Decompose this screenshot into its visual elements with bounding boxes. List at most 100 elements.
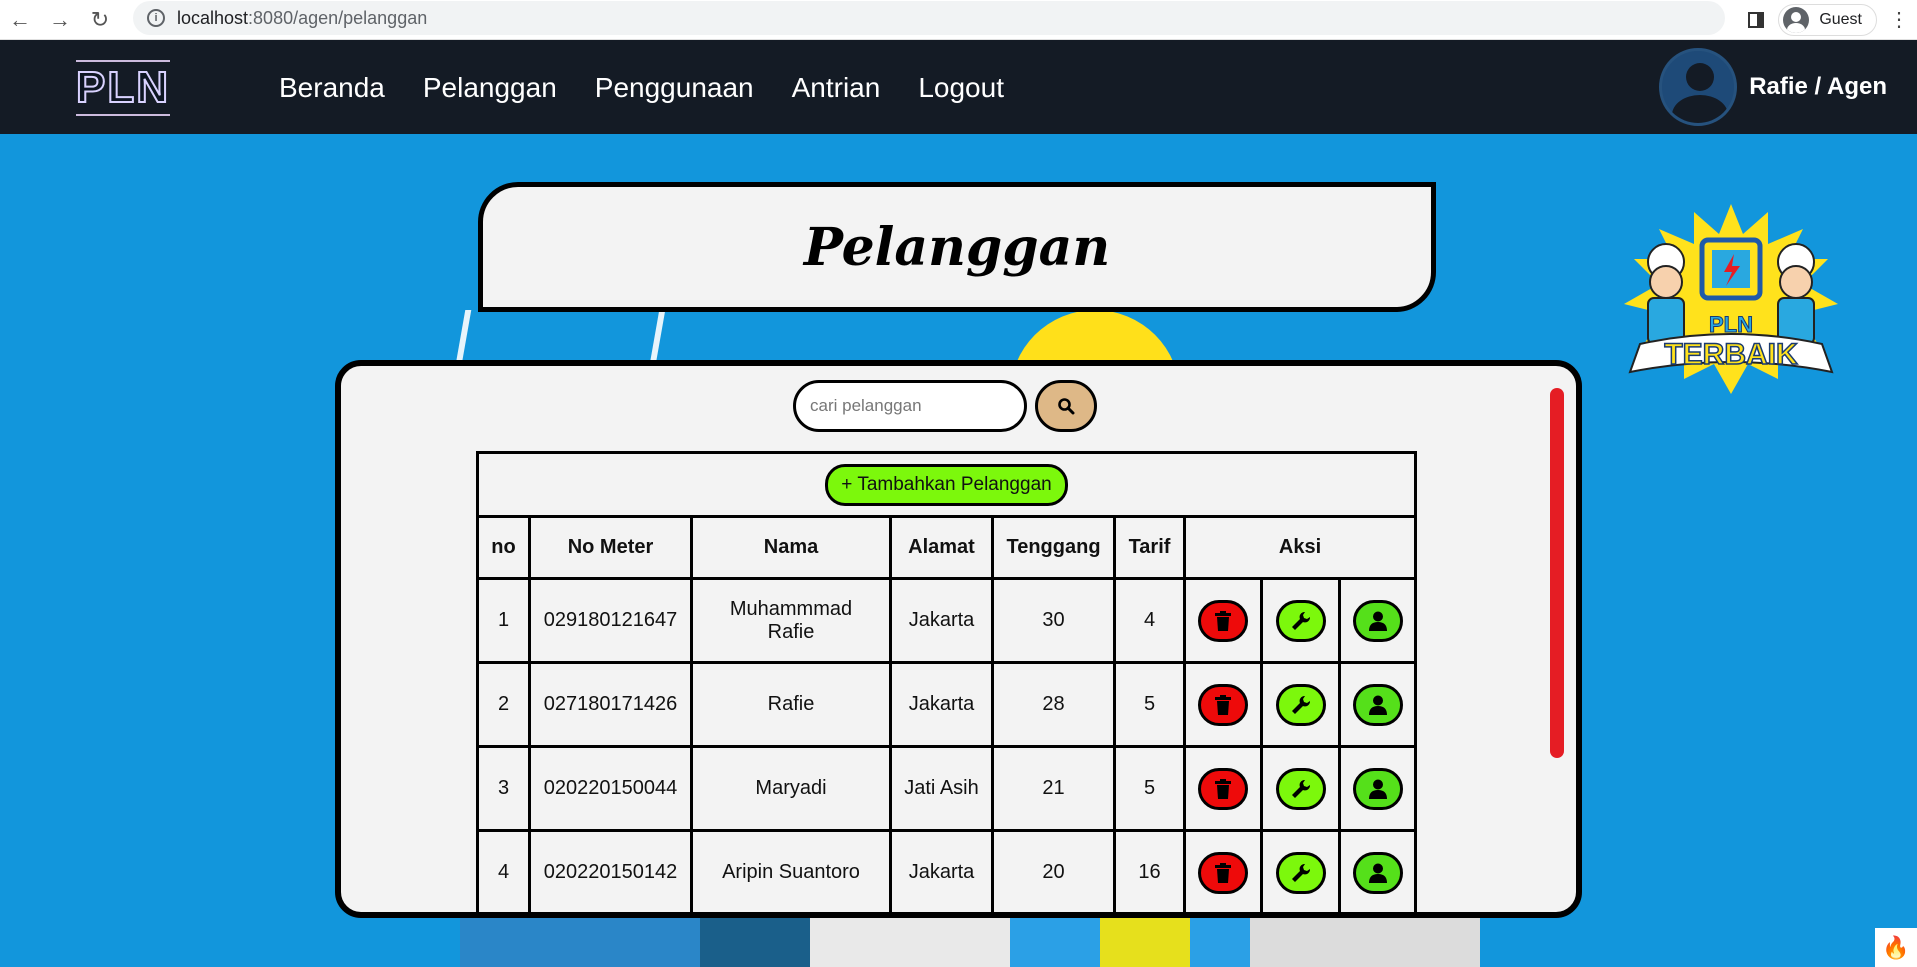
address-bar[interactable]: i localhost:8080/agen/pelanggan — [133, 1, 1725, 35]
cell-no-meter: 020220150044 — [528, 745, 693, 832]
customer-table: + Tambahkan Pelanggan no No Meter Nama A… — [476, 451, 1417, 912]
pln-terbaik-mascot: PLN TERBAIK — [1624, 204, 1838, 394]
svg-text:PLN: PLN — [1709, 312, 1753, 337]
user-icon — [1368, 779, 1387, 799]
profile-button[interactable] — [1352, 851, 1403, 894]
table-row: 4 020220150142 Aripin Suantoro Jakarta 20 16 — [476, 829, 1417, 912]
profile-button[interactable] — [1352, 599, 1403, 642]
cell-tenggang: 30 — [991, 577, 1116, 664]
table-body: 1 029180121647 Muhammmad Rafie Jakarta 30 4 2 0… — [476, 577, 1417, 912]
site-info-icon[interactable]: i — [147, 9, 165, 27]
edit-button[interactable] — [1275, 683, 1326, 726]
trash-icon — [1215, 778, 1231, 799]
cell-nama: Maryadi — [690, 745, 892, 832]
column-header-nama: Nama — [690, 515, 892, 580]
profile-button[interactable]: Guest — [1778, 4, 1877, 36]
edit-button[interactable] — [1275, 851, 1326, 894]
profile-button[interactable] — [1352, 683, 1403, 726]
profile-label: Guest — [1819, 11, 1862, 28]
url-host: localhost — [177, 7, 249, 28]
svg-text:TERBAIK: TERBAIK — [1664, 338, 1798, 371]
search-input[interactable] — [793, 380, 1027, 432]
profile-button[interactable] — [1352, 767, 1403, 810]
cell-tenggang: 21 — [991, 745, 1116, 832]
back-icon[interactable]: ← — [0, 0, 40, 40]
search-button[interactable] — [1035, 380, 1097, 432]
pln-logo[interactable]: PLN — [75, 60, 170, 116]
delete-button[interactable] — [1198, 599, 1248, 642]
cell-action — [1183, 745, 1263, 832]
wrench-icon — [1291, 779, 1310, 798]
menu-item-antrian[interactable]: Antrian — [792, 72, 881, 104]
wrench-icon — [1291, 611, 1310, 630]
cell-tarif: 16 — [1113, 829, 1186, 912]
browser-menu-icon[interactable]: ⋮ — [1887, 10, 1911, 30]
user-name: Rafie / Agen — [1749, 73, 1887, 100]
menu-item-beranda[interactable]: Beranda — [279, 72, 385, 104]
column-header-no-meter: No Meter — [528, 515, 693, 580]
cell-no: 2 — [476, 661, 531, 748]
cell-action — [1338, 661, 1417, 748]
user-menu[interactable]: Rafie / Agen — [1659, 48, 1887, 126]
table-row: 1 029180121647 Muhammmad Rafie Jakarta 30 4 — [476, 577, 1417, 664]
panel-scrollbar[interactable] — [1550, 388, 1564, 758]
reload-icon[interactable]: ↻ — [80, 0, 120, 40]
main-menu: Beranda Pelanggan Penggunaan Antrian Log… — [279, 72, 1004, 104]
cell-action — [1260, 661, 1341, 748]
edit-button[interactable] — [1275, 767, 1326, 810]
cell-no-meter: 029180121647 — [528, 577, 693, 664]
table-row: 2 027180171426 Rafie Jakarta 28 5 — [476, 661, 1417, 748]
cell-tarif: 4 — [1113, 577, 1186, 664]
cell-nama: Rafie — [690, 661, 892, 748]
column-header-no: no — [476, 515, 531, 580]
delete-button[interactable] — [1198, 767, 1248, 810]
cell-no-meter: 027180171426 — [528, 661, 693, 748]
menu-item-logout[interactable]: Logout — [918, 72, 1004, 104]
forward-icon[interactable]: → — [40, 0, 80, 40]
cell-action — [1338, 577, 1417, 664]
menu-item-penggunaan[interactable]: Penggunaan — [595, 72, 754, 104]
trash-icon — [1215, 610, 1231, 631]
wrench-icon — [1291, 863, 1310, 882]
table-row: 3 020220150044 Maryadi Jati Asih 21 5 — [476, 745, 1417, 832]
trash-icon — [1215, 862, 1231, 883]
cell-action — [1338, 745, 1417, 832]
cell-alamat: Jati Asih — [889, 745, 994, 832]
search-bar — [793, 380, 1097, 432]
column-header-tarif: Tarif — [1113, 515, 1186, 580]
delete-button[interactable] — [1198, 851, 1248, 894]
cell-action — [1260, 745, 1341, 832]
flame-icon[interactable]: 🔥 — [1875, 928, 1917, 967]
column-header-tenggang: Tenggang — [991, 515, 1116, 580]
column-header-aksi: Aksi — [1183, 515, 1417, 580]
browser-toolbar: ← → ↻ i localhost:8080/agen/pelanggan Gu… — [0, 0, 1917, 40]
user-icon — [1368, 695, 1387, 715]
user-icon — [1368, 863, 1387, 883]
cell-alamat: Jakarta — [889, 829, 994, 912]
profile-avatar-icon — [1783, 7, 1810, 33]
cell-action — [1260, 577, 1341, 664]
menu-item-pelanggan[interactable]: Pelanggan — [423, 72, 557, 104]
cell-alamat: Jakarta — [889, 661, 994, 748]
cell-no-meter: 020220150142 — [528, 829, 693, 912]
edit-button[interactable] — [1275, 599, 1326, 642]
delete-button[interactable] — [1198, 683, 1248, 726]
table-header-row: no No Meter Nama Alamat Tenggang Tarif A… — [476, 515, 1417, 580]
user-avatar-icon — [1659, 48, 1738, 126]
add-row-cell: + Tambahkan Pelanggan — [476, 451, 1417, 518]
cell-tenggang: 20 — [991, 829, 1116, 912]
cell-action — [1183, 661, 1263, 748]
search-icon — [1058, 398, 1075, 415]
url-path: :8080/agen/pelanggan — [248, 7, 428, 28]
customer-panel: + Tambahkan Pelanggan no No Meter Nama A… — [335, 360, 1582, 918]
cell-tarif: 5 — [1113, 745, 1186, 832]
column-header-alamat: Alamat — [889, 515, 994, 580]
side-panel-icon[interactable] — [1748, 12, 1765, 28]
page-title-card: Pelanggan — [478, 182, 1436, 312]
cell-tenggang: 28 — [991, 661, 1116, 748]
user-icon — [1368, 611, 1387, 631]
add-customer-button[interactable]: + Tambahkan Pelanggan — [825, 463, 1068, 506]
cell-tarif: 5 — [1113, 661, 1186, 748]
wrench-icon — [1291, 695, 1310, 714]
cell-no: 1 — [476, 577, 531, 664]
